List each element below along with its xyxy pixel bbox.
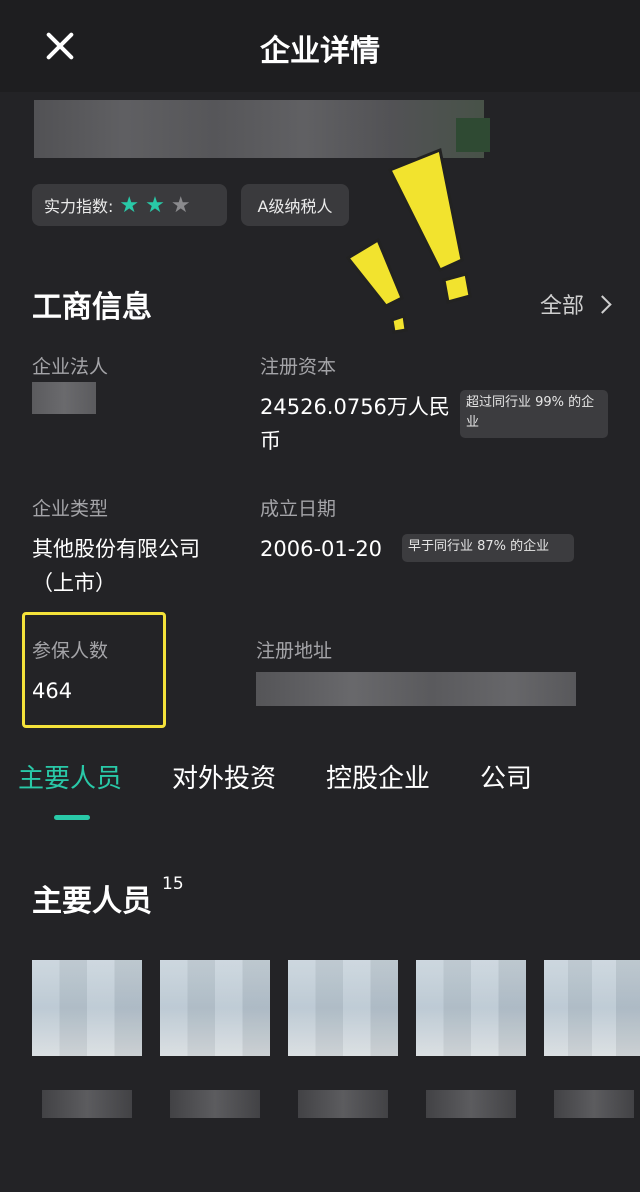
business-info-title: 工商信息	[32, 290, 152, 325]
founded-comparison-note: 早于同行业 87% 的企业	[402, 534, 574, 562]
capital-value: 24526.0756万人民币	[260, 395, 450, 453]
exclamation-annotation-icon	[345, 147, 472, 334]
legal-rep-label: 企业法人	[32, 356, 109, 378]
strength-index-label: 实力指数:	[44, 197, 114, 216]
view-all-link[interactable]: 全部	[540, 288, 584, 320]
people-count: 15	[162, 874, 184, 894]
strength-index-chip[interactable]: 实力指数: ★ ★ ★	[32, 184, 227, 226]
person-card[interactable]	[288, 960, 398, 1056]
tab-holding-companies[interactable]: 控股企业	[326, 758, 430, 795]
company-type-label: 企业类型	[32, 498, 109, 520]
person-name-redacted	[42, 1090, 132, 1118]
person-card[interactable]	[160, 960, 270, 1056]
person-name-redacted	[426, 1090, 516, 1118]
star-empty-icon: ★	[170, 192, 191, 218]
founded-label: 成立日期	[260, 498, 337, 520]
tax-rating-chip[interactable]: A级纳税人	[241, 184, 349, 226]
tab-investments[interactable]: 对外投资	[172, 758, 276, 795]
active-tab-indicator	[54, 815, 90, 820]
chevron-right-icon[interactable]	[593, 295, 612, 314]
tab-key-people[interactable]: 主要人员	[18, 758, 122, 795]
person-name-redacted	[170, 1090, 260, 1118]
person-card[interactable]	[32, 960, 142, 1056]
star-filled-icon: ★	[145, 192, 165, 218]
capital-label: 注册资本	[260, 356, 337, 378]
address-label: 注册地址	[256, 640, 333, 662]
section-tabs: 主要人员 对外投资 控股企业 公司	[0, 758, 640, 818]
page-title: 企业详情	[260, 34, 380, 69]
person-card[interactable]	[544, 960, 640, 1056]
address-redacted	[256, 672, 576, 706]
person-name-redacted	[298, 1090, 388, 1118]
star-filled-icon: ★	[119, 192, 140, 218]
person-card[interactable]	[416, 960, 526, 1056]
person-name-redacted	[554, 1090, 634, 1118]
tab-company[interactable]: 公司	[480, 758, 532, 795]
insured-highlight-box	[22, 612, 166, 728]
founded-value: 2006-01-20	[260, 537, 383, 561]
capital-comparison-note: 超过同行业 99% 的企业	[460, 390, 608, 438]
legal-rep-redacted	[32, 382, 96, 414]
company-type-value: 其他股份有限公司（上市）	[32, 537, 200, 595]
people-section-title: 主要人员	[32, 884, 152, 919]
